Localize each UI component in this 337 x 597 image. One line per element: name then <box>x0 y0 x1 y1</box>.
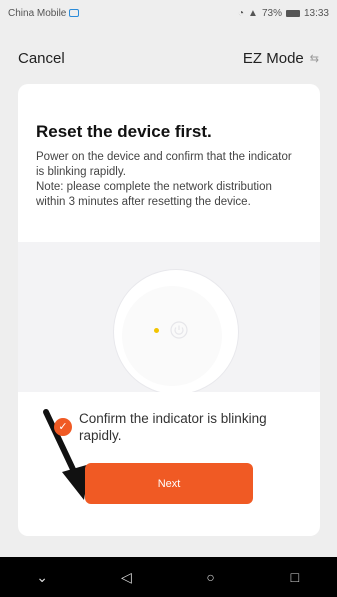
mode-switch[interactable]: EZ Mode ⇆ <box>243 50 319 67</box>
back-icon[interactable]: ◁ <box>111 569 141 586</box>
clock: 13:33 <box>303 7 329 19</box>
battery-icon <box>285 9 300 17</box>
indicator-light <box>154 328 159 333</box>
instruction-text: Power on the device and confirm that the… <box>36 151 292 178</box>
confirm-label: Confirm the indicator is blinking rapidl… <box>79 411 267 443</box>
carrier-info: China Mobile <box>8 7 80 19</box>
carrier-name: China Mobile <box>8 7 67 19</box>
instructions: Power on the device and confirm that the… <box>36 150 298 210</box>
switch-arrows-icon: ⇆ <box>309 52 319 65</box>
mode-label: EZ Mode <box>242 49 304 67</box>
notification-icon <box>69 9 80 17</box>
checkmark-icon[interactable]: ✓ <box>54 418 72 436</box>
system-nav-bar: ⌄ ◁ ○ □ <box>0 557 337 597</box>
power-icon <box>170 321 188 339</box>
next-button[interactable]: Next <box>85 463 253 504</box>
battery-percent: 73% <box>261 7 282 19</box>
status-icons: ◔ ▲ 73% 13:33 <box>238 8 329 19</box>
header: Cancel EZ Mode ⇆ <box>0 40 337 76</box>
device-illustration <box>18 242 320 392</box>
collapse-icon[interactable]: ⌄ <box>27 569 57 586</box>
cancel-button[interactable]: Cancel <box>18 50 65 67</box>
page-title: Reset the device first. <box>36 122 212 141</box>
status-bar: China Mobile ◔ ▲ 73% 13:33 <box>0 0 337 26</box>
note-text: Note: please complete the network distri… <box>36 181 272 208</box>
signal-icon: ▲ <box>248 7 258 19</box>
reset-card: Reset the device first. Power on the dev… <box>18 84 320 536</box>
home-icon[interactable]: ○ <box>196 569 226 585</box>
recents-icon[interactable]: □ <box>280 569 310 585</box>
alarm-icon: ◔ <box>238 7 245 19</box>
